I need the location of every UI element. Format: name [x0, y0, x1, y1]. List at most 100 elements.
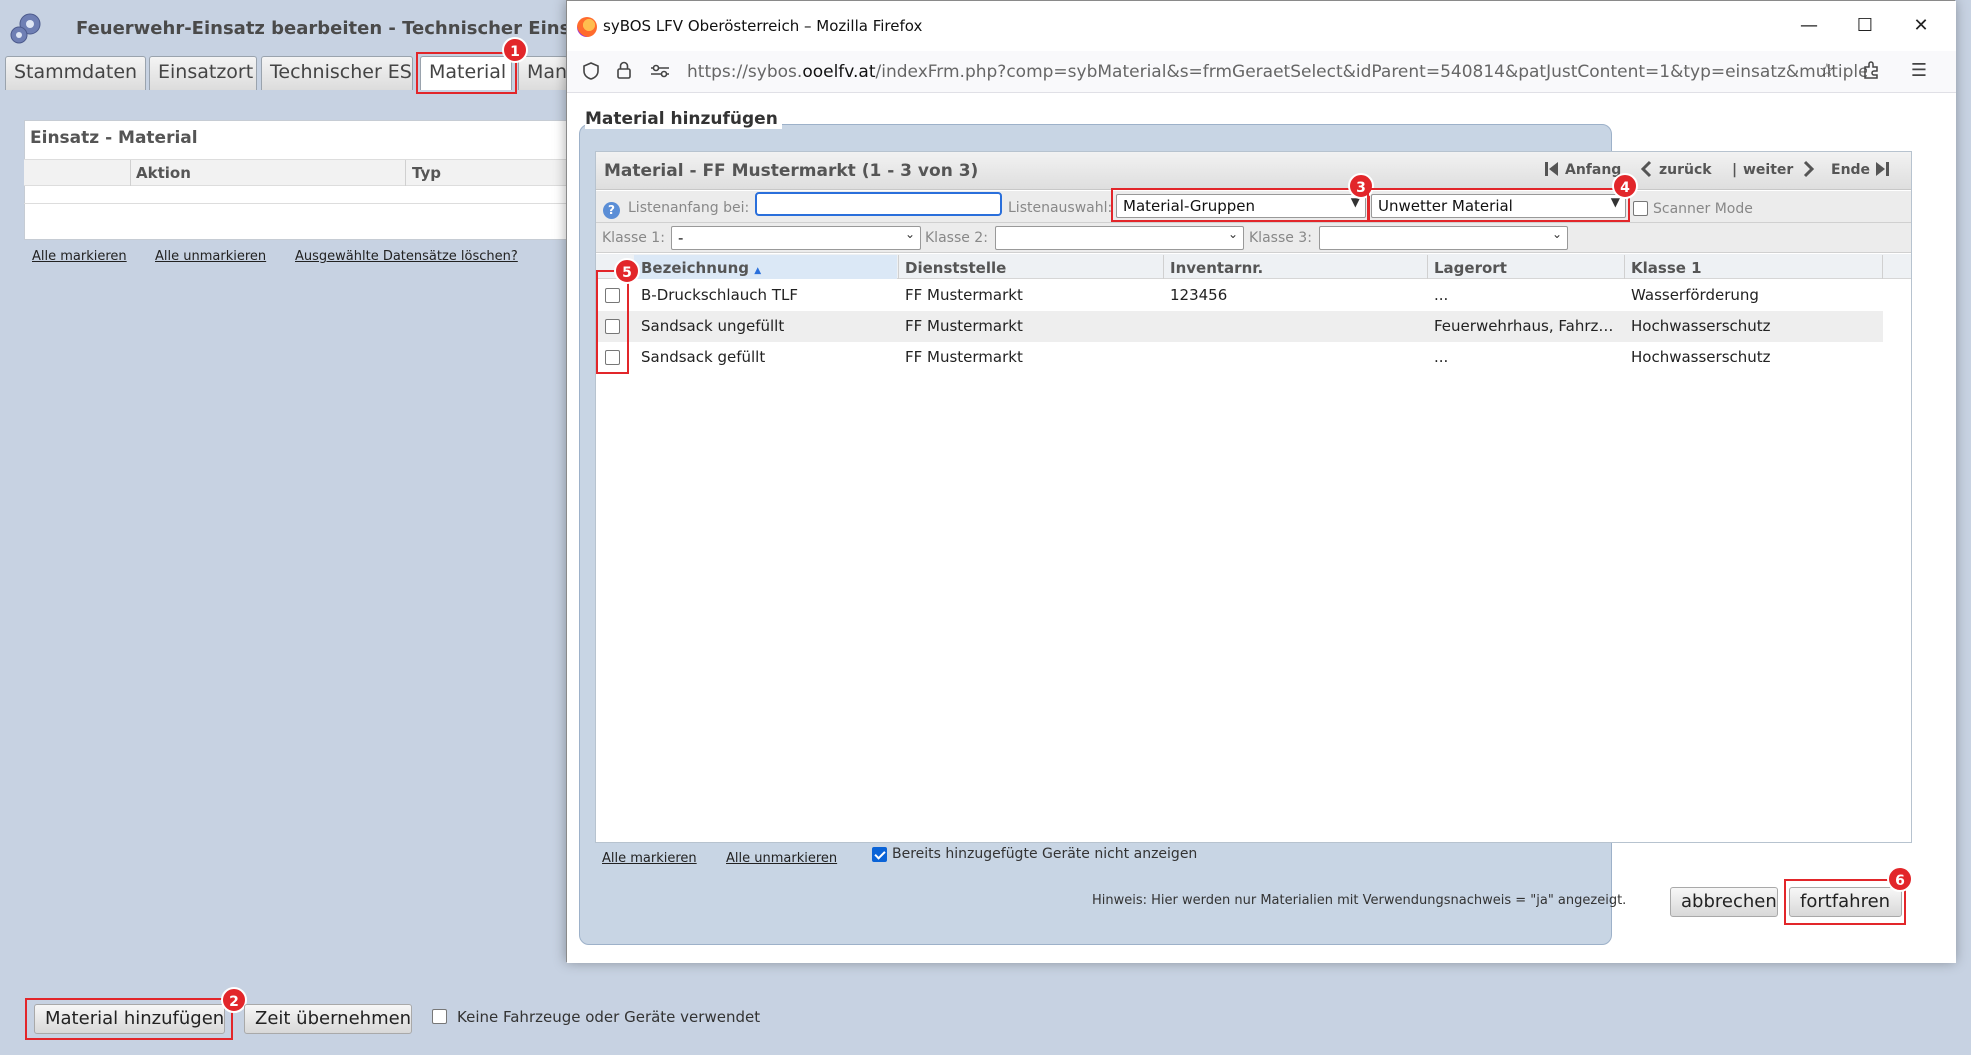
gears-icon [10, 13, 41, 44]
table-row [24, 186, 572, 204]
grid-title: Material - FF Mustermarkt (1 - 3 von 3) [604, 161, 979, 181]
row-checkbox[interactable] [605, 288, 620, 303]
step-badge-4: 4 [1612, 173, 1638, 199]
first-page-icon[interactable] [1543, 159, 1561, 179]
class1-select[interactable]: - ⌄ [671, 226, 921, 250]
chevron-down-icon: ⌄ [1227, 227, 1238, 241]
tab-mannschaft[interactable]: Man [518, 56, 568, 90]
last-page-link[interactable]: Ende [1831, 162, 1870, 178]
cell-lagerort: ... [1434, 286, 1449, 304]
minimize-icon[interactable]: — [1795, 13, 1823, 41]
cancel-button[interactable]: abbrechen [1670, 887, 1778, 917]
next-page-icon[interactable] [1799, 159, 1817, 179]
nav-separator: | [1732, 162, 1738, 178]
previous-page-link[interactable]: zurück [1659, 162, 1712, 178]
take-time-button[interactable]: Zeit übernehmen [244, 1004, 412, 1034]
tab-stammdaten[interactable]: Stammdaten [5, 56, 146, 90]
unmark-all-link[interactable]: Alle unmarkieren [726, 851, 837, 866]
step-badge-6: 6 [1887, 866, 1913, 892]
unmark-all-link[interactable]: Alle unmarkieren [155, 249, 266, 264]
tab-technischer-es[interactable]: Technischer ES [261, 56, 413, 90]
cell-dienststelle: FF Mustermarkt [905, 317, 1023, 335]
table-row[interactable]: Sandsack ungefüllt FF Mustermarkt Feuerw… [596, 311, 1883, 342]
column-header-klasse1[interactable]: Klasse 1 [1631, 259, 1702, 277]
shield-icon[interactable] [581, 61, 601, 81]
column-header-inventarnr[interactable]: Inventarnr. [1170, 259, 1263, 277]
lock-icon[interactable] [615, 60, 633, 80]
table-row[interactable]: Sandsack gefüllt FF Mustermarkt ... Hoch… [596, 342, 1883, 373]
row-checkbox[interactable] [605, 350, 620, 365]
cell-klasse1: Wasserförderung [1631, 286, 1759, 304]
no-devices-label: Keine Fahrzeuge oder Geräte verwendet [457, 1008, 761, 1026]
column-divider [898, 255, 899, 279]
column-header-bezeichnung[interactable]: Bezeichnung ▲ [641, 259, 761, 277]
column-divider [405, 160, 406, 186]
list-selection-label: Listenauswahl: [1008, 200, 1113, 216]
cell-klasse1: Hochwasserschutz [1631, 348, 1771, 366]
column-header-label: Bezeichnung [641, 259, 749, 277]
scanner-mode-checkbox[interactable] [1633, 201, 1648, 216]
row-checkbox[interactable] [605, 319, 620, 334]
column-header-aktion[interactable]: Aktion [136, 164, 191, 182]
previous-page-icon[interactable] [1638, 159, 1656, 179]
continue-button[interactable]: fortfahren [1789, 887, 1902, 917]
url-text[interactable]: https://sybos.ooelfv.at/indexFrm.php?com… [687, 62, 1867, 82]
cell-klasse1: Hochwasserschutz [1631, 317, 1771, 335]
sort-ascending-icon: ▲ [754, 266, 762, 276]
page-title: Feuerwehr-Einsatz bearbeiten - Technisch… [76, 18, 609, 39]
menu-icon[interactable]: ☰ [1907, 59, 1931, 83]
column-header-dienststelle[interactable]: Dienststelle [905, 259, 1006, 277]
mark-all-link[interactable]: Alle markieren [602, 851, 697, 866]
class2-label: Klasse 2: [925, 230, 988, 246]
cell-lagerort: Feuerwehrhaus, Fahrz… [1434, 317, 1614, 335]
cell-dienststelle: FF Mustermarkt [905, 348, 1023, 366]
form-title: Material hinzufügen [585, 109, 782, 129]
cell-dienststelle: FF Mustermarkt [905, 286, 1023, 304]
tab-material[interactable]: Material [420, 56, 512, 90]
scanner-mode-label: Scanner Mode [1653, 201, 1753, 217]
column-header-lagerort[interactable]: Lagerort [1434, 259, 1507, 277]
permissions-icon[interactable] [649, 61, 671, 81]
column-divider [1427, 255, 1428, 279]
cell-inventarnr: 123456 [1170, 286, 1228, 304]
class2-select[interactable]: ⌄ [995, 226, 1244, 250]
mark-all-link[interactable]: Alle markieren [32, 249, 127, 264]
column-divider [130, 160, 131, 186]
next-page-link[interactable]: weiter [1743, 162, 1793, 178]
list-selection-select[interactable]: Material-Gruppen ▼ [1116, 194, 1366, 218]
chevron-down-icon: ⌄ [904, 227, 915, 241]
delete-selected-link[interactable]: Ausgewählte Datensätze löschen? [295, 249, 518, 264]
step-badge-1: 1 [502, 37, 528, 63]
url-prefix: https://sybos. [687, 62, 803, 82]
hide-added-label: Bereits hinzugefügte Geräte nicht anzeig… [892, 846, 1198, 862]
list-selection-value: Material-Gruppen [1123, 197, 1255, 215]
no-devices-checkbox[interactable] [432, 1009, 447, 1024]
column-divider [1163, 255, 1164, 279]
class3-select[interactable]: ⌄ [1319, 226, 1568, 250]
add-material-button[interactable]: Material hinzufügen [34, 1004, 225, 1034]
close-icon[interactable]: ✕ [1907, 13, 1935, 41]
last-page-icon[interactable] [1873, 159, 1891, 179]
material-group-select[interactable]: Unwetter Material ▼ [1371, 194, 1626, 218]
list-start-label: Listenanfang bei: [628, 200, 750, 216]
extensions-icon[interactable] [1861, 59, 1883, 81]
help-icon[interactable]: ? [603, 202, 620, 219]
class1-label: Klasse 1: [602, 230, 665, 246]
list-start-input[interactable] [755, 192, 1002, 216]
first-page-link[interactable]: Anfang [1565, 162, 1621, 178]
column-divider [1882, 255, 1883, 279]
window-title: syBOS LFV Oberösterreich – Mozilla Firef… [603, 17, 923, 35]
panel-title: Einsatz - Material [30, 128, 198, 148]
hide-added-checkbox[interactable] [872, 847, 887, 862]
column-header-typ[interactable]: Typ [412, 164, 441, 182]
bookmark-star-icon[interactable]: ☆ [1815, 59, 1839, 83]
maximize-icon[interactable]: ☐ [1851, 13, 1879, 41]
tab-einsatzort[interactable]: Einsatzort [149, 56, 257, 90]
material-group-value: Unwetter Material [1378, 197, 1513, 215]
table-row[interactable]: B-Druckschlauch TLF FF Mustermarkt 12345… [596, 280, 1883, 311]
cell-bezeichnung: Sandsack ungefüllt [641, 317, 785, 335]
cell-bezeichnung: Sandsack gefüllt [641, 348, 766, 366]
url-domain: ooelfv.at [802, 62, 876, 82]
firefox-logo-icon [577, 17, 597, 37]
cell-lagerort: ... [1434, 348, 1449, 366]
